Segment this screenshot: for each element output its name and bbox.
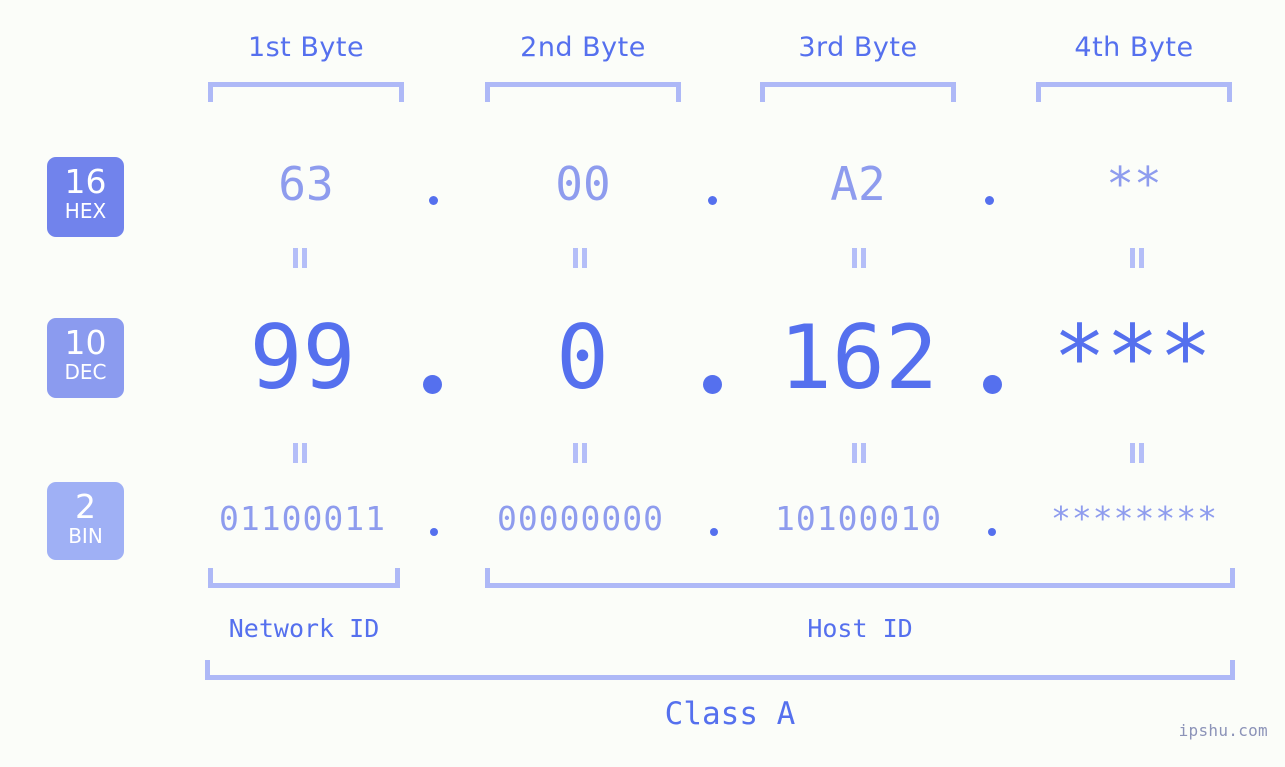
dec-byte-4: *** (1053, 306, 1212, 409)
base-badge-dec: 10 DEC (47, 318, 124, 398)
base-badge-hex-number: 16 (64, 162, 107, 201)
equality-mark-hex-dec-1 (291, 248, 309, 268)
host-id-label: Host ID (807, 614, 913, 643)
equality-mark-hex-dec-2 (571, 248, 589, 268)
hex-separator-1 (429, 196, 438, 205)
class-bracket (205, 660, 1235, 680)
dec-separator-3 (983, 375, 1002, 394)
bin-separator-3 (988, 528, 996, 536)
dec-separator-1 (423, 375, 442, 394)
network-id-bracket (208, 568, 400, 588)
dec-byte-3: 162 (779, 306, 938, 409)
bin-separator-2 (710, 528, 718, 536)
base-badge-dec-number: 10 (64, 323, 107, 362)
bin-byte-4: ******** (1051, 499, 1218, 538)
hex-byte-4: ** (1106, 157, 1162, 211)
bin-byte-3: 10100010 (775, 499, 942, 538)
hex-byte-1: 63 (278, 157, 334, 211)
base-badge-bin-number: 2 (75, 487, 96, 526)
byte-header-1: 1st Byte (247, 32, 365, 63)
byte-bracket-2 (485, 82, 681, 102)
dec-separator-2 (703, 375, 722, 394)
network-id-label: Network ID (228, 614, 380, 643)
base-badge-dec-abbr: DEC (64, 360, 107, 384)
equality-mark-dec-bin-2 (571, 443, 589, 463)
equality-mark-dec-bin-1 (291, 443, 309, 463)
byte-header-3: 3rd Byte (798, 32, 918, 63)
hex-separator-3 (985, 196, 994, 205)
byte-header-2: 2nd Byte (520, 32, 646, 63)
base-badge-bin: 2 BIN (47, 482, 124, 560)
bin-byte-1: 01100011 (219, 499, 386, 538)
hex-byte-2: 00 (555, 157, 611, 211)
hex-byte-3: A2 (830, 157, 886, 211)
equality-mark-hex-dec-3 (850, 248, 868, 268)
byte-bracket-4 (1036, 82, 1232, 102)
site-watermark: ipshu.com (1178, 721, 1268, 740)
equality-mark-dec-bin-3 (850, 443, 868, 463)
base-badge-bin-abbr: BIN (68, 524, 103, 548)
bin-separator-1 (430, 528, 438, 536)
base-badge-hex-abbr: HEX (64, 199, 107, 223)
host-id-bracket (485, 568, 1235, 588)
bin-byte-2: 00000000 (497, 499, 664, 538)
equality-mark-hex-dec-4 (1128, 248, 1146, 268)
byte-bracket-1 (208, 82, 404, 102)
dec-byte-1: 99 (249, 306, 356, 409)
equality-mark-dec-bin-4 (1128, 443, 1146, 463)
dec-byte-2: 0 (556, 306, 609, 409)
base-badge-hex: 16 HEX (47, 157, 124, 237)
class-label: Class A (664, 696, 796, 732)
ip-address-breakdown-diagram: 1st Byte 2nd Byte 3rd Byte 4th Byte 16 H… (0, 0, 1285, 767)
byte-header-4: 4th Byte (1074, 32, 1194, 63)
byte-bracket-3 (760, 82, 956, 102)
hex-separator-2 (708, 196, 717, 205)
